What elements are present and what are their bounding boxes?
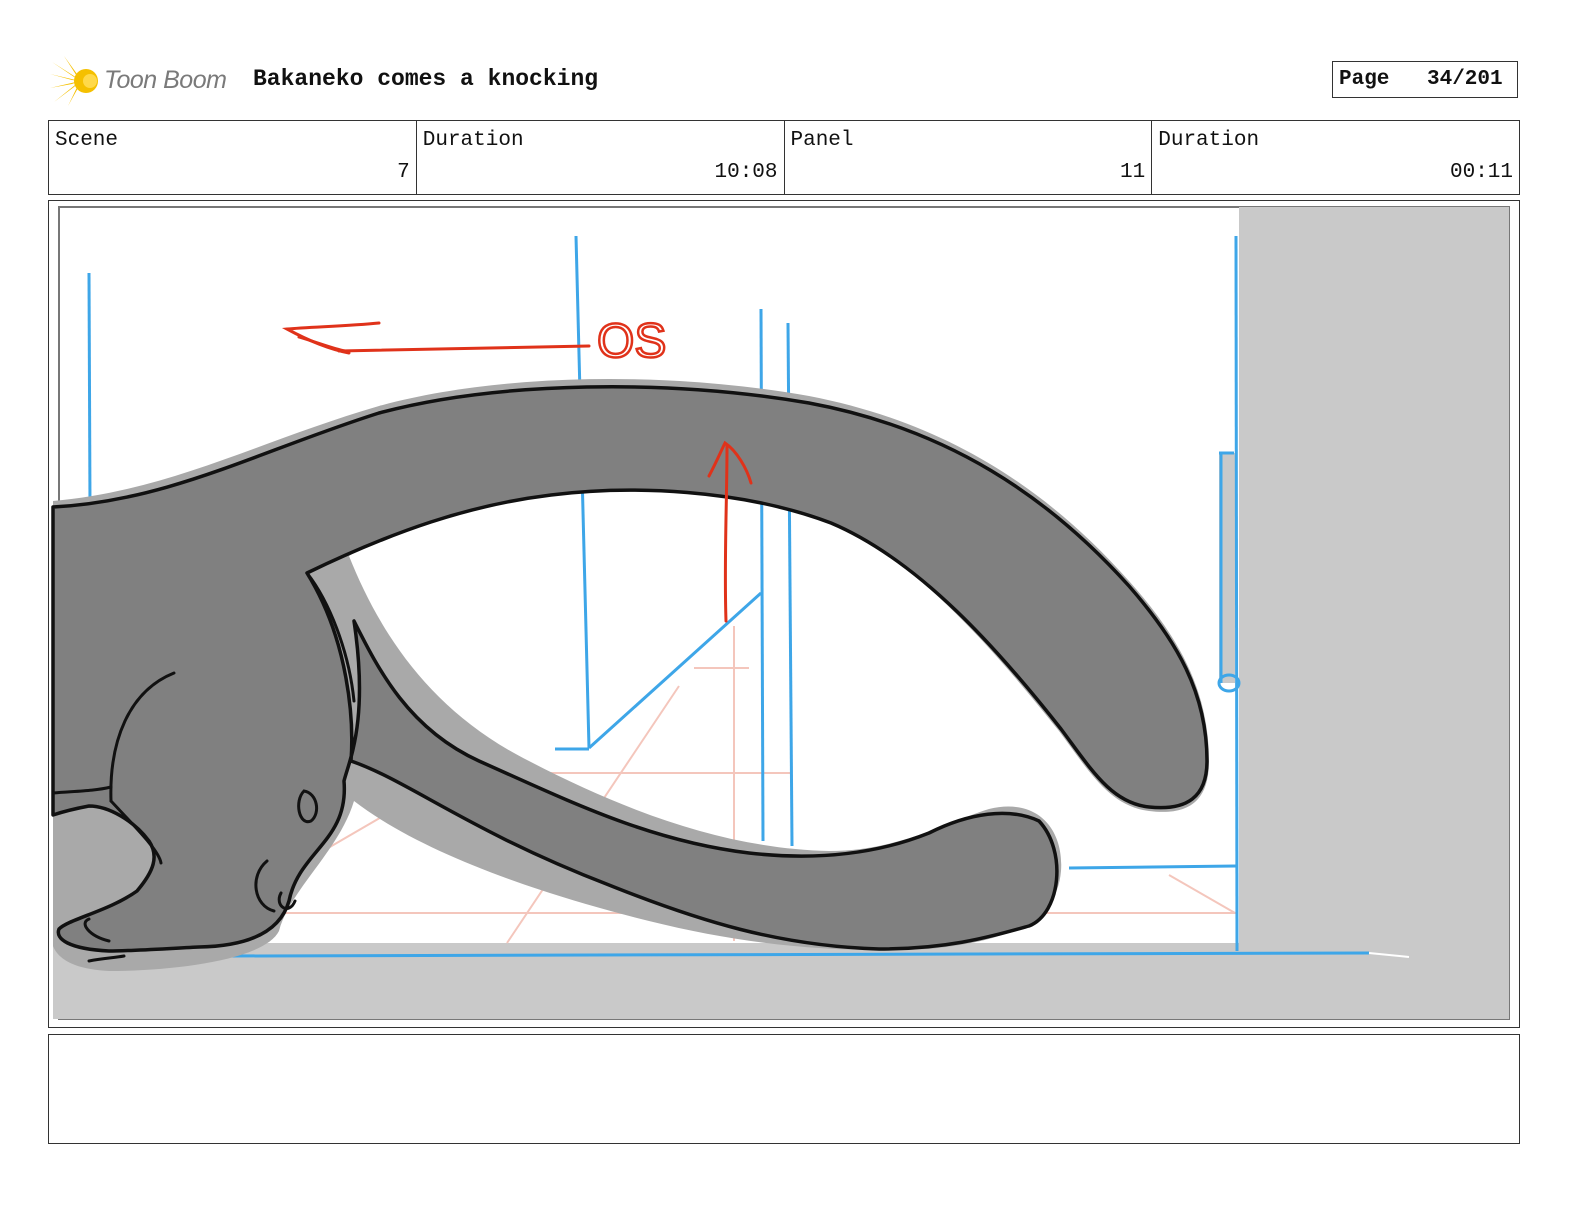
storyboard-panel: OS (48, 200, 1520, 1028)
panel-cell: Panel 11 (785, 121, 1153, 194)
cat-body (51, 385, 1209, 953)
panel-drawing: OS (51, 206, 1510, 1020)
panel-value: 11 (1120, 161, 1146, 184)
starburst-icon (50, 56, 98, 106)
toon-boom-logo: Toon Boom (50, 54, 240, 108)
scene-value: 7 (397, 161, 410, 184)
page-value: 34/201 (1427, 68, 1503, 91)
scene-cell: Scene 7 (49, 121, 417, 194)
panel-label: Panel (790, 129, 854, 152)
pan-arrow-annotation (281, 321, 591, 355)
panel-info-bar: Scene 7 Duration 10:08 Panel 11 Duration… (48, 120, 1520, 195)
scene-label: Scene (55, 129, 119, 152)
page-label: Page (1339, 68, 1390, 91)
panel-notes-box[interactable] (48, 1034, 1520, 1144)
scene-duration-label: Duration (422, 129, 524, 152)
scene-duration-cell: Duration 10:08 (417, 121, 785, 194)
panel-duration-label: Duration (1158, 129, 1260, 152)
logo-text: Toon Boom (104, 66, 227, 94)
scene-duration-value: 10:08 (714, 161, 778, 184)
project-title: Bakaneko comes a knocking (253, 66, 599, 92)
offscreen-annotation: OS (597, 315, 666, 368)
panel-duration-value: 00:11 (1449, 161, 1513, 184)
panel-duration-cell: Duration 00:11 (1152, 121, 1519, 194)
page-indicator: Page 34/201 (1332, 61, 1518, 98)
